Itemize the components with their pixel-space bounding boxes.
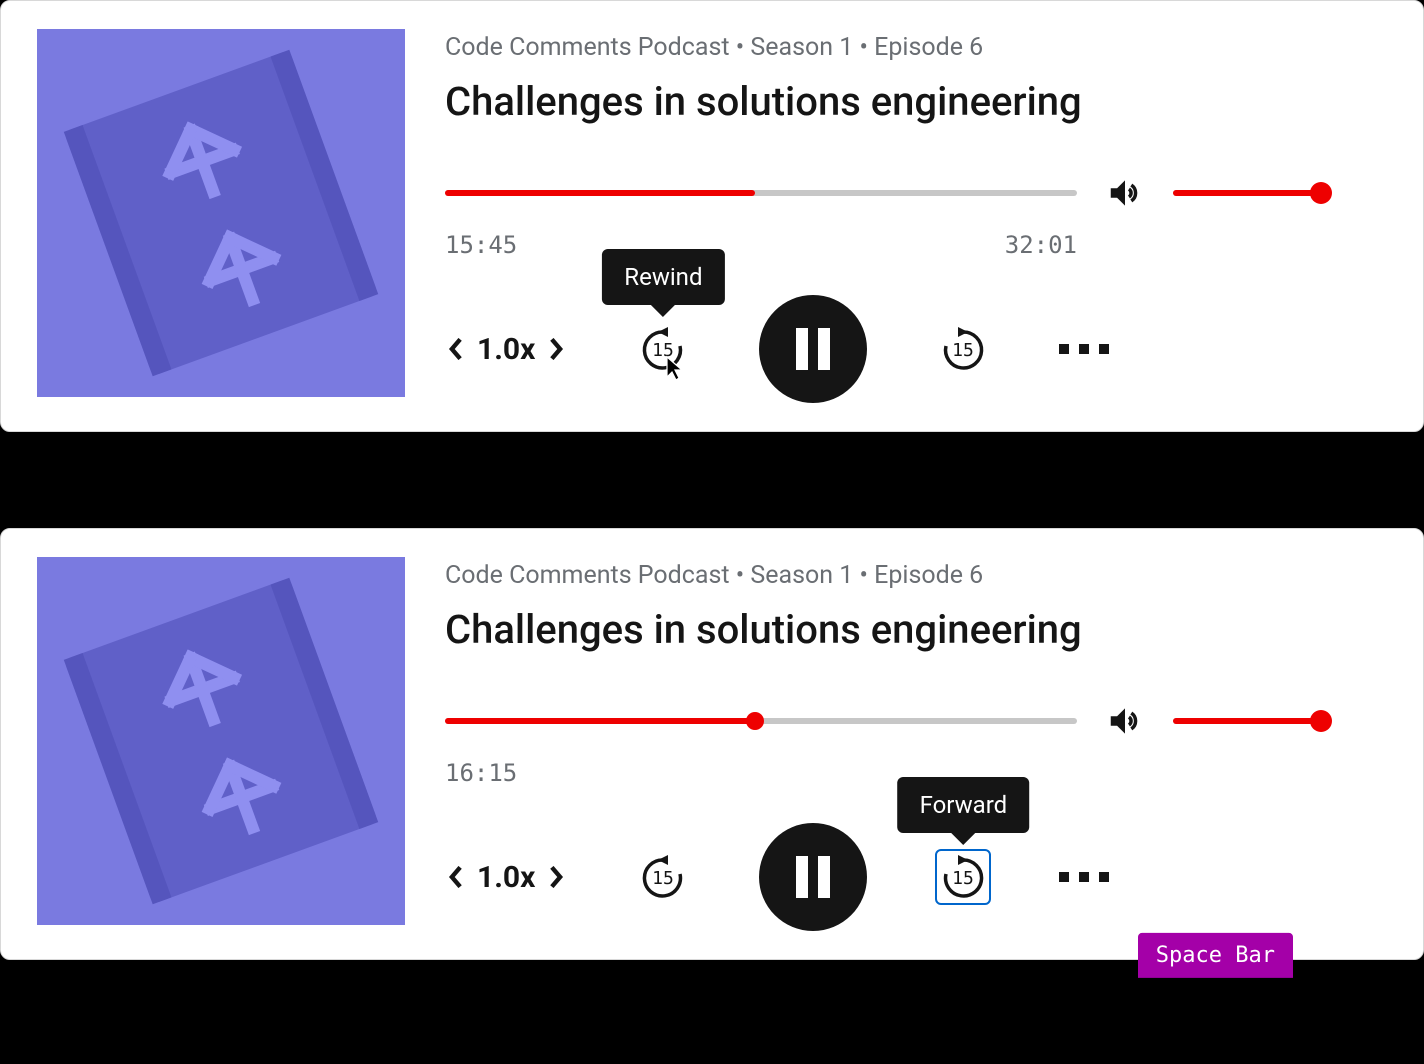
pause-icon: [796, 856, 830, 898]
episode-title: Challenges in solutions engineering: [445, 606, 1387, 653]
speed-value: 1.0x: [477, 332, 535, 367]
forward-15-button[interactable]: 15 Forward: [935, 849, 991, 905]
podcast-artwork: [37, 557, 405, 925]
forward-15-button[interactable]: 15: [935, 321, 991, 377]
chevron-left-icon[interactable]: [445, 866, 467, 888]
svg-text:15: 15: [953, 868, 975, 889]
chevron-right-icon[interactable]: [545, 338, 567, 360]
duration-time: 32:01: [1005, 231, 1077, 259]
tooltip: Forward: [898, 777, 1030, 833]
speed-value: 1.0x: [477, 860, 535, 895]
pause-button[interactable]: [759, 823, 867, 931]
podcast-artwork: [37, 29, 405, 397]
svg-text:15: 15: [653, 868, 675, 889]
more-options-button[interactable]: [1059, 872, 1109, 882]
pause-icon: [796, 328, 830, 370]
volume-slider[interactable]: [1173, 714, 1321, 728]
breadcrumb: Code Comments Podcast • Season 1 • Episo…: [445, 33, 1387, 62]
volume-icon[interactable]: [1105, 701, 1145, 741]
audio-player-card: Code Comments Podcast • Season 1 • Episo…: [0, 0, 1424, 432]
svg-text:15: 15: [953, 340, 975, 361]
keyboard-hint: Space Bar: [1138, 933, 1293, 978]
rewind-15-button[interactable]: 15: [635, 849, 691, 905]
audio-player-card: Code Comments Podcast • Season 1 • Episo…: [0, 528, 1424, 960]
chevron-left-icon[interactable]: [445, 338, 467, 360]
playback-speed-control[interactable]: 1.0x: [445, 332, 567, 367]
chevron-right-icon[interactable]: [545, 866, 567, 888]
seek-slider[interactable]: [445, 186, 1077, 200]
tooltip: Rewind: [602, 249, 724, 305]
elapsed-time: 15:45: [445, 231, 517, 259]
rewind-15-button[interactable]: 15 Rewind: [635, 321, 691, 377]
breadcrumb: Code Comments Podcast • Season 1 • Episo…: [445, 561, 1387, 590]
elapsed-time: 16:15: [445, 759, 517, 787]
volume-slider[interactable]: [1173, 186, 1321, 200]
seek-slider[interactable]: [445, 714, 1077, 728]
cursor-icon: [665, 355, 685, 381]
pause-button[interactable]: [759, 295, 867, 403]
playback-speed-control[interactable]: 1.0x: [445, 860, 567, 895]
volume-icon[interactable]: [1105, 173, 1145, 213]
more-options-button[interactable]: [1059, 344, 1109, 354]
episode-title: Challenges in solutions engineering: [445, 78, 1387, 125]
